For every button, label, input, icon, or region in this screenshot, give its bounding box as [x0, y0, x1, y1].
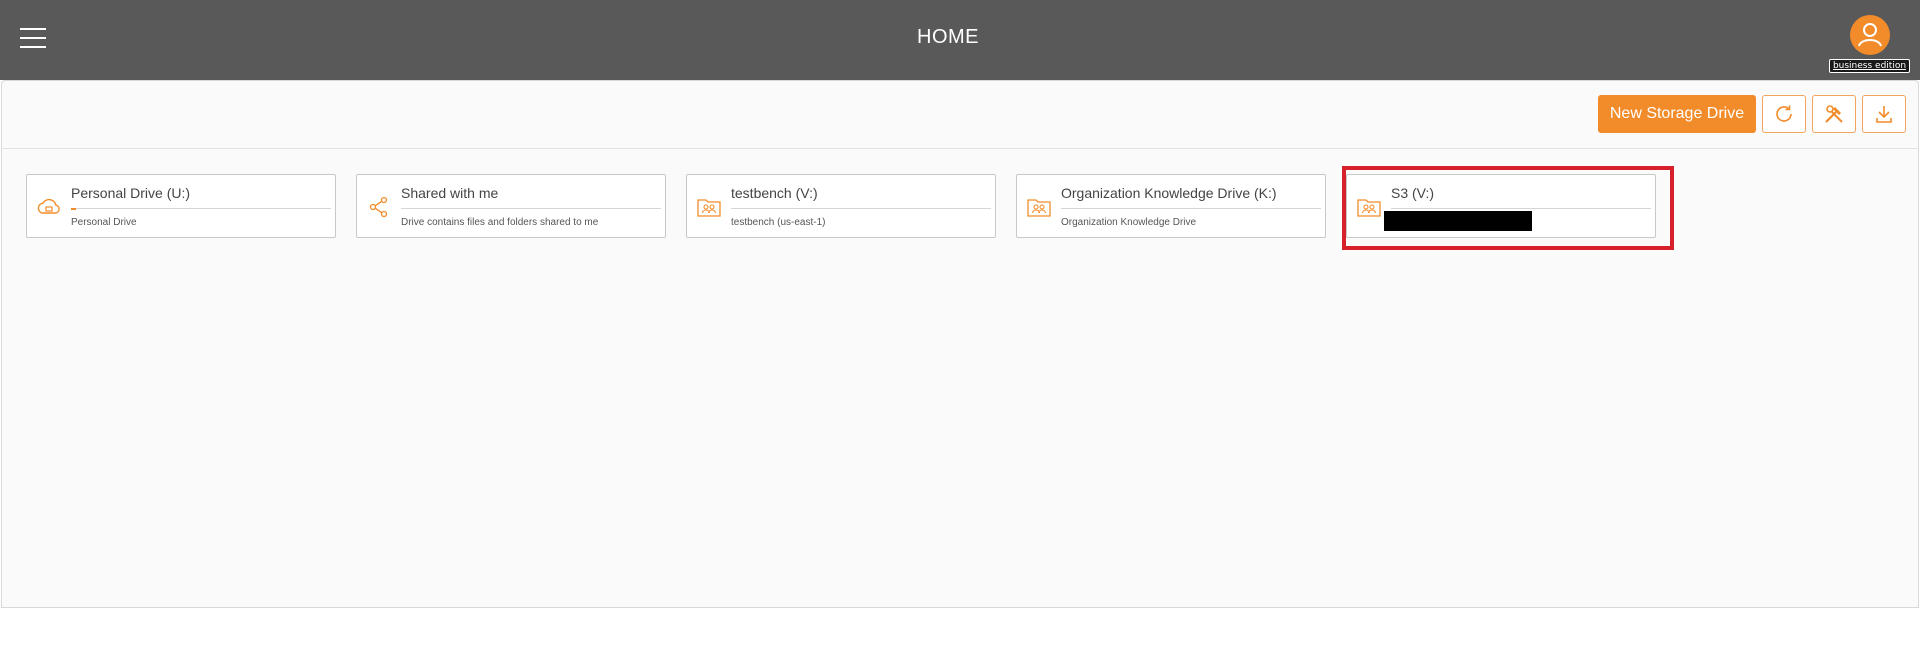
- drive-name: Shared with me: [401, 185, 499, 201]
- drive-card-testbench[interactable]: testbench (V:) testbench (us-east-1): [686, 174, 996, 238]
- edition-badge[interactable]: business edition: [1829, 59, 1910, 73]
- download-icon: [1876, 106, 1892, 123]
- divider: [731, 208, 991, 209]
- share-icon: [369, 196, 388, 218]
- drive-card-shared[interactable]: Shared with me Drive contains files and …: [356, 174, 666, 238]
- drive-card-personal[interactable]: Personal Drive (U:) Personal Drive: [26, 174, 336, 238]
- cloud-icon: [37, 198, 60, 214]
- tools-button[interactable]: [1812, 95, 1856, 133]
- refresh-icon: [1776, 105, 1792, 122]
- drive-description: Personal Drive: [71, 217, 137, 228]
- usage-track: [71, 208, 331, 209]
- usage-bar: [71, 208, 76, 210]
- divider: [1061, 208, 1321, 209]
- top-bar: HOME business edition: [0, 0, 1920, 80]
- drive-description: Drive contains files and folders shared …: [401, 217, 599, 228]
- tools-icon: [1825, 105, 1843, 123]
- user-avatar[interactable]: [1850, 15, 1890, 55]
- drives-panel: [1, 80, 1919, 608]
- drive-description: Organization Knowledge Drive: [1061, 217, 1197, 228]
- page-title: HOME: [917, 26, 979, 48]
- group-folder-icon: [697, 199, 721, 217]
- drive-description: testbench (us-east-1): [731, 217, 826, 228]
- new-storage-drive-button[interactable]: New Storage Drive: [1598, 95, 1756, 133]
- drive-name: Organization Knowledge Drive (K:): [1061, 185, 1277, 201]
- divider: [401, 208, 661, 209]
- drive-name: testbench (V:): [731, 185, 818, 201]
- download-button[interactable]: [1862, 95, 1906, 133]
- drive-card-organization[interactable]: Organization Knowledge Drive (K:) Organi…: [1016, 174, 1326, 238]
- drive-name: Personal Drive (U:): [71, 185, 191, 201]
- group-folder-icon: [1027, 199, 1051, 217]
- refresh-button[interactable]: [1762, 95, 1806, 133]
- toolbar-divider: [1, 148, 1919, 149]
- user-icon: [1858, 23, 1882, 47]
- highlight-box: [1342, 166, 1674, 250]
